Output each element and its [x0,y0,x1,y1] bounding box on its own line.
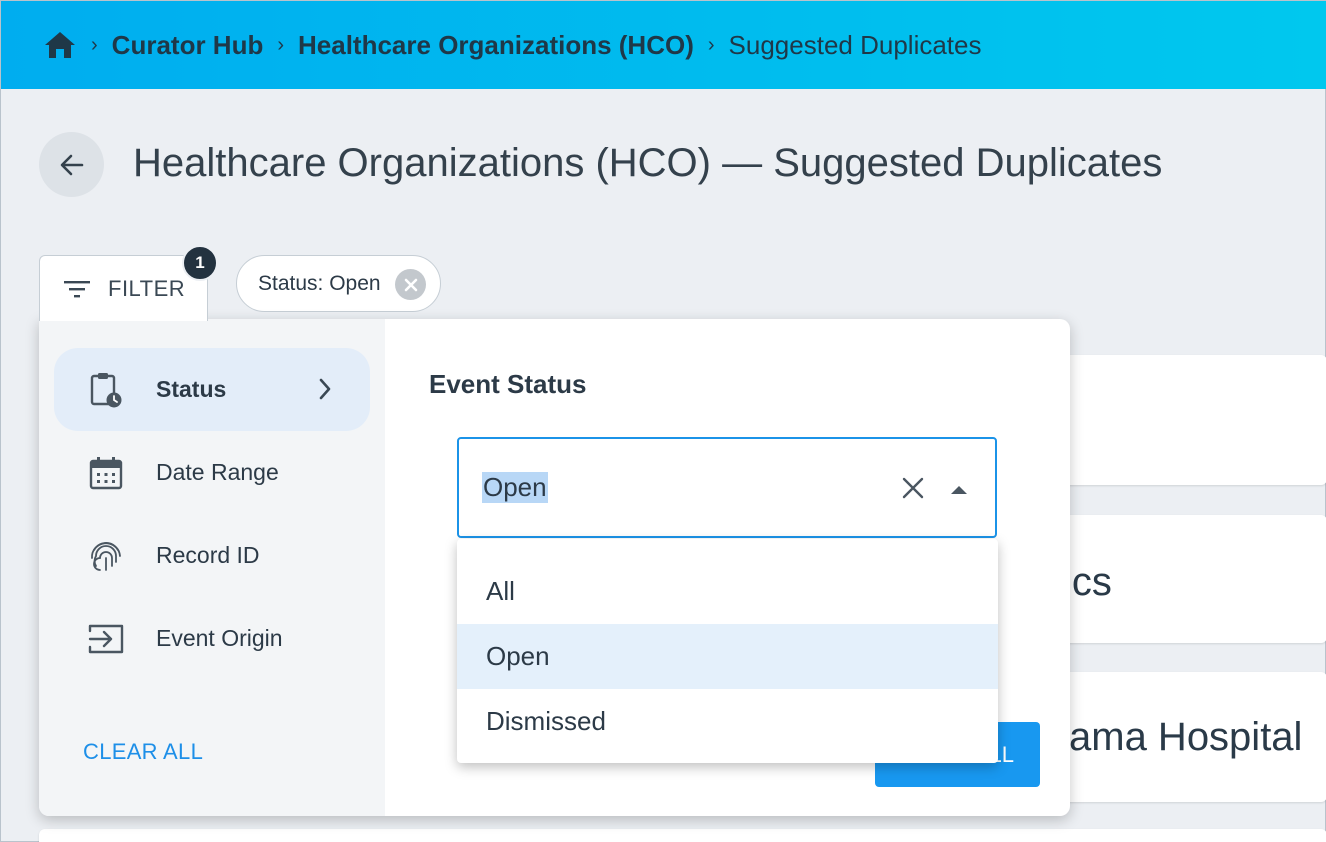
chevron-right-icon [318,377,332,406]
result-card[interactable] [1051,355,1326,485]
fingerprint-icon [86,536,126,576]
chip-label: Status: Open [258,271,381,295]
home-icon[interactable] [43,28,77,62]
category-label: Record ID [156,542,260,568]
option-open[interactable]: Open [457,624,998,689]
filter-count-badge: 1 [182,245,218,281]
breadcrumb-separator: › [277,33,285,56]
breadcrumb-separator: › [91,33,98,56]
category-label: Event Origin [156,625,283,651]
login-arrow-icon [86,619,126,659]
result-card[interactable] [39,829,1326,842]
calendar-icon [86,453,126,493]
filter-label: FILTER [108,275,186,301]
category-event-origin[interactable]: Event Origin [54,597,370,680]
category-label: Date Range [156,459,279,485]
option-dismissed[interactable]: Dismissed [457,689,998,754]
filter-category-list: Status Date Range Record ID Event Origin… [39,319,385,816]
page-title: Healthcare Organizations (HCO) — Suggest… [133,141,1163,185]
category-status[interactable]: Status [54,348,370,431]
select-value: Open [482,472,548,503]
clipboard-clock-icon [86,370,126,410]
category-label: Status [156,376,227,402]
clear-all-button[interactable]: CLEAR ALL [83,739,203,765]
result-card-title: ics [1063,560,1112,604]
event-status-options: All Open Dismissed [457,539,998,763]
clear-selection-icon[interactable] [901,476,925,505]
chip-remove-icon[interactable] [395,269,426,300]
breadcrumb-hco[interactable]: Healthcare Organizations (HCO) [298,30,694,61]
status-filter-chip: Status: Open [236,255,441,312]
event-status-heading: Event Status [429,369,587,399]
result-card-title: ama Hospital [1069,715,1303,759]
event-status-select[interactable]: Open [457,437,997,538]
breadcrumb-current: Suggested Duplicates [728,29,982,60]
breadcrumb-separator: › [707,33,715,56]
breadcrumb-bar: › Curator Hub › Healthcare Organizations… [1,1,1326,89]
arrow-left-icon [60,154,83,175]
option-all[interactable]: All [457,559,998,624]
breadcrumb-curator-hub[interactable]: Curator Hub [112,30,264,61]
back-button[interactable] [39,132,104,197]
filter-lines-icon [64,280,90,297]
category-record-id[interactable]: Record ID [54,514,370,597]
category-date-range[interactable]: Date Range [54,431,370,514]
caret-up-icon[interactable] [949,483,969,501]
